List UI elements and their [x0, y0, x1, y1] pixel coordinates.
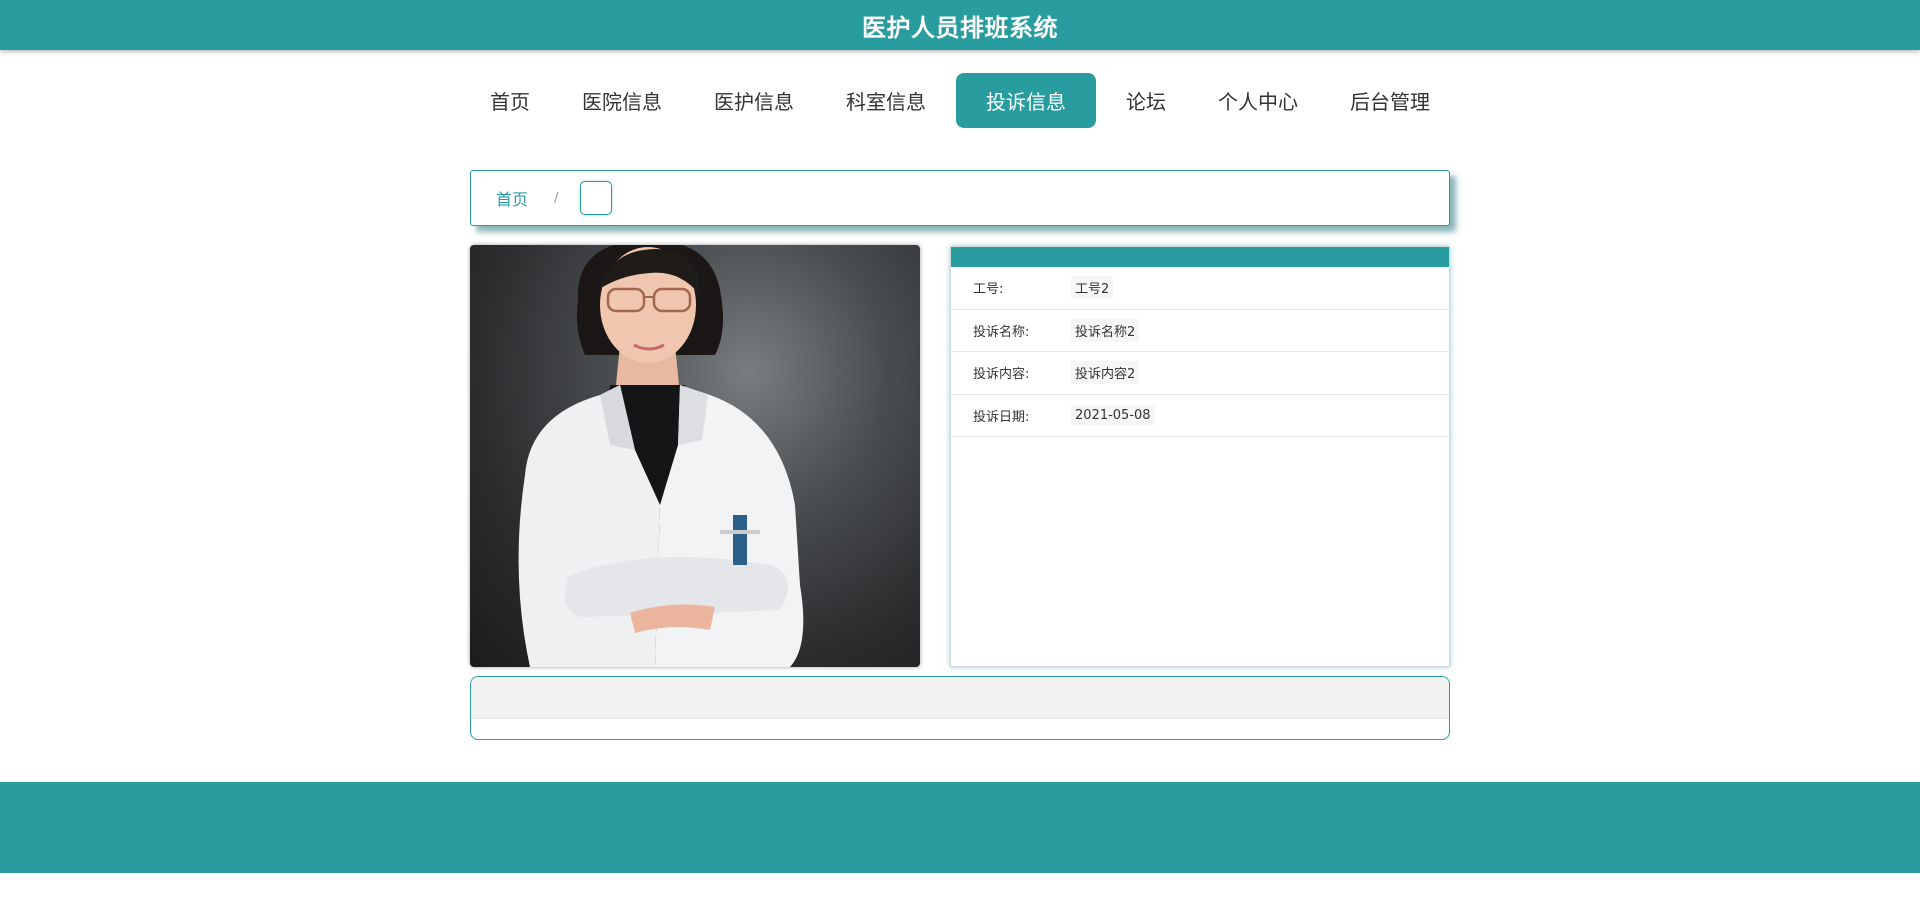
- main-nav: 首页 医院信息 医护信息 科室信息 投诉信息 论坛 个人中心 后台管理: [0, 73, 1920, 128]
- breadcrumb-current-item[interactable]: [580, 181, 613, 215]
- nav-item-admin[interactable]: 后台管理: [1328, 73, 1452, 128]
- detail-content-panel: [470, 676, 1450, 740]
- detail-label: 投诉日期:: [973, 409, 1030, 425]
- page-footer: [0, 782, 1920, 873]
- nav-item-department-info[interactable]: 科室信息: [824, 73, 948, 128]
- breadcrumb-home-link[interactable]: 首页: [496, 186, 528, 210]
- detail-label: 投诉内容:: [973, 367, 1030, 383]
- detail-value: 投诉内容2: [1071, 361, 1140, 385]
- detail-content-header: [471, 677, 1449, 719]
- detail-value: 工号2: [1071, 276, 1114, 300]
- doctor-photo: [470, 245, 920, 667]
- detail-panel-header: [951, 247, 1449, 267]
- breadcrumb-separator: /: [554, 190, 559, 206]
- detail-value: 投诉名称2: [1071, 318, 1140, 342]
- doctor-photo-illustration: [518, 245, 804, 667]
- breadcrumb: 首页 /: [470, 170, 1450, 226]
- site-title: 医护人员排班系统: [862, 13, 1058, 42]
- detail-row-complaint-name: 投诉名称: 投诉名称2: [951, 310, 1449, 352]
- detail-label: 投诉名称:: [973, 324, 1030, 340]
- top-header-bar: 医护人员排班系统: [0, 0, 1920, 50]
- detail-row-complaint-date: 投诉日期: 2021-05-08: [951, 395, 1449, 437]
- complaint-detail-panel: 工号: 工号2 投诉名称: 投诉名称2 投诉内容: 投诉内容2 投诉日期: 20…: [950, 246, 1450, 667]
- nav-item-personal-center[interactable]: 个人中心: [1196, 73, 1320, 128]
- nav-item-medical-staff-info[interactable]: 医护信息: [692, 73, 816, 128]
- detail-row-complaint-content: 投诉内容: 投诉内容2: [951, 352, 1449, 395]
- detail-value: 2021-05-08: [1071, 405, 1155, 425]
- nav-item-home[interactable]: 首页: [468, 73, 552, 128]
- nav-item-forum[interactable]: 论坛: [1104, 73, 1188, 128]
- nav-item-complaint-info[interactable]: 投诉信息: [956, 73, 1096, 128]
- nav-item-hospital-info[interactable]: 医院信息: [560, 73, 684, 128]
- detail-row-employee-id: 工号: 工号2: [951, 267, 1449, 310]
- detail-label: 工号:: [973, 282, 1004, 298]
